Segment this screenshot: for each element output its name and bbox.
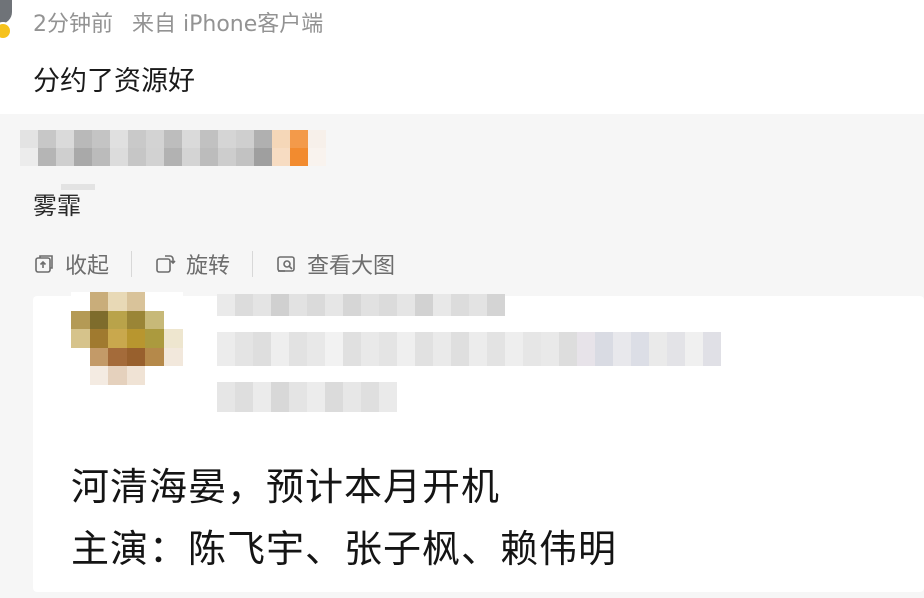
repost-author-mosaic-row2 [20, 148, 326, 166]
rotate-icon [156, 255, 176, 273]
verified-badge-icon [0, 22, 12, 40]
image-action-bar: 收起 旋转 查看大图 [33, 248, 395, 280]
action-divider [131, 251, 133, 277]
blurred-name-line [217, 294, 505, 316]
post-text: 分约了资源好 [33, 66, 195, 97]
view-large-image-icon [277, 256, 295, 272]
view-large-image-label: 查看大图 [307, 254, 396, 279]
user-avatar[interactable] [0, 0, 12, 24]
weibo-post: 2分钟前 来自 iPhone客户端 分约了资源好 雾霏 收起 旋转 查看大图 河… [0, 0, 924, 598]
view-large-image-button[interactable]: 查看大图 [275, 248, 395, 280]
post-time: 2分钟前 [33, 12, 113, 37]
rotate-label: 旋转 [186, 254, 231, 279]
collapse-label: 收起 [65, 254, 110, 279]
rotate-button[interactable]: 旋转 [154, 248, 230, 280]
post-source: 来自 iPhone客户端 [132, 12, 324, 37]
blurred-date-line [217, 382, 397, 412]
image-text-line2: 主演：陈飞宇、张子枫、赖伟明 [71, 527, 618, 571]
blurred-info-line [217, 332, 721, 366]
blurred-avatar-thumbnail [71, 292, 183, 385]
collapse-icon [35, 255, 53, 273]
action-divider [252, 251, 254, 277]
repost-author-mosaic [20, 130, 326, 148]
collapse-button[interactable]: 收起 [33, 248, 109, 280]
image-text-line1: 河清海晏，预计本月开机 [71, 465, 501, 509]
repost-text: 雾霏 [33, 184, 95, 221]
embedded-image[interactable]: 河清海晏，预计本月开机 主演：陈飞宇、张子枫、赖伟明 [33, 292, 924, 592]
post-meta: 2分钟前 来自 iPhone客户端 [33, 6, 323, 38]
